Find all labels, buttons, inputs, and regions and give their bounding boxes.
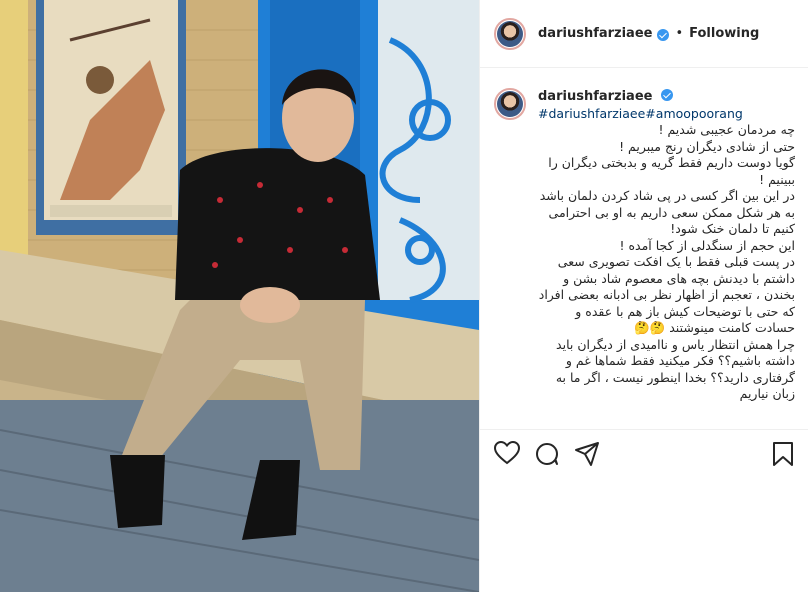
caption-line: چرا همش انتظار یاس و ناامیدی از دیگران ب… [551,336,795,402]
following-button[interactable]: Following [689,26,759,41]
heart-icon[interactable] [494,441,520,465]
caption-verified-badge-icon [661,89,674,101]
avatar-image [497,20,523,47]
post-photo[interactable] [0,0,479,592]
post-sidebar: dariushfarziaee • Following dariushfarzi… [479,0,808,592]
caption-line: گویا دوست داریم فقط گریه و بدبختی دیگران… [544,155,795,187]
caption-line: این حجم از سنگدلی از کجا آمده ! [619,237,795,253]
caption-section: dariushfarziaee #dariushfarziaee#amoopoo… [480,68,808,430]
caption-hashtags-link[interactable]: #dariushfarziaee#amoopoorang [538,106,795,123]
avatar[interactable] [494,17,526,50]
caption-avatar[interactable] [494,88,526,120]
post-photo-illustration [0,0,479,592]
header-username-link[interactable]: dariushfarziaee [538,26,652,41]
caption-text: dariushfarziaee #dariushfarziaee#amoopoo… [538,88,795,403]
caption-line: چه مردمان عجیبی شدیم ! [658,122,796,137]
bookmark-icon[interactable] [771,441,795,467]
instagram-post-window: dariushfarziaee • Following dariushfarzi… [0,0,808,592]
post-header: dariushfarziaee • Following [480,0,808,68]
caption-avatar-image [497,91,523,117]
caption-line: در پست قبلی فقط با یک افکت تصویری سعی دا… [534,254,795,335]
share-icon[interactable] [574,441,600,467]
action-bar [494,441,795,469]
caption-username-link[interactable]: dariushfarziaee [538,89,652,104]
caption-line: در این بین اگر کسی در پی شاد کردن دلمان … [535,188,795,236]
separator-dot: • [675,26,684,41]
verified-badge-icon [657,28,670,41]
caption-line: حتی از شادی دیگران رنج میبریم ! [619,138,795,154]
comment-icon[interactable] [534,441,560,467]
